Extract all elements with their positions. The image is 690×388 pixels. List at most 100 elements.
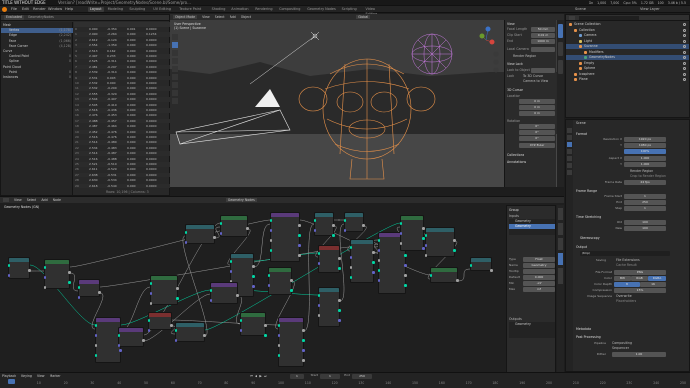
node-socket[interactable] — [338, 309, 341, 312]
menu-edit[interactable]: Edit — [22, 6, 29, 13]
node[interactable] — [77, 279, 101, 299]
node-socket[interactable] — [77, 286, 80, 289]
timeline-menu-marker[interactable]: Marker — [50, 374, 61, 379]
frame-end-field[interactable]: 250 — [624, 200, 666, 205]
workspace-tab[interactable]: Layout — [88, 7, 104, 12]
node-socket[interactable] — [404, 274, 407, 277]
node[interactable] — [469, 257, 493, 272]
node[interactable] — [147, 312, 173, 332]
collections-title[interactable]: Collections — [507, 153, 524, 158]
node-socket[interactable] — [399, 222, 402, 225]
node-socket[interactable] — [372, 261, 375, 264]
domain-item[interactable]: Instances 0 — [1, 75, 73, 80]
node-socket[interactable] — [209, 299, 212, 302]
menu-render[interactable]: Render — [33, 6, 46, 13]
tab-item[interactable] — [558, 24, 563, 38]
node[interactable] — [184, 224, 216, 244]
timeline-ruler[interactable]: 0102030405060708090100110120130140150160… — [0, 380, 690, 388]
workspace-tab[interactable]: Rendering — [253, 7, 274, 12]
timeline-menu-view[interactable]: View — [37, 374, 45, 379]
node-socket[interactable] — [149, 292, 152, 295]
node[interactable] — [219, 215, 249, 237]
frame-range-section[interactable]: Frame Range — [576, 189, 597, 194]
tab-view[interactable] — [558, 60, 563, 74]
blender-logo-icon[interactable] — [2, 7, 7, 12]
node[interactable] — [277, 317, 305, 367]
node-header[interactable] — [176, 323, 204, 327]
compression-slider[interactable]: 15% — [614, 288, 666, 293]
aspect-y-field[interactable]: 1.000 — [624, 162, 666, 167]
max-field[interactable]: inf — [523, 287, 555, 292]
node-socket[interactable] — [343, 219, 346, 222]
node-header[interactable] — [351, 240, 373, 244]
node-socket[interactable] — [142, 339, 145, 342]
resolution-percentage[interactable]: 100% — [624, 149, 666, 154]
node-socket[interactable] — [68, 281, 71, 284]
outliner-item[interactable]: Icosphere — [566, 72, 689, 77]
file-format-select[interactable]: PNG — [614, 270, 666, 275]
resolution-y-field[interactable]: 1080 px — [624, 143, 666, 148]
cursor-rotation-z[interactable]: 0° — [519, 136, 555, 141]
node-socket[interactable] — [213, 236, 216, 239]
node-socket[interactable] — [317, 262, 320, 265]
node-socket[interactable] — [43, 276, 46, 279]
node-socket[interactable] — [43, 266, 46, 269]
node-socket[interactable] — [149, 302, 152, 305]
lock-camera-to-view[interactable]: Camera to View — [523, 79, 548, 84]
node-socket[interactable] — [404, 284, 407, 287]
node-socket[interactable] — [203, 334, 206, 337]
node[interactable] — [429, 267, 459, 283]
node-socket[interactable] — [362, 224, 365, 227]
scene-selector[interactable]: Scene — [575, 6, 586, 13]
render-region-checkbox[interactable]: Render Region — [630, 169, 653, 174]
node-socket[interactable] — [377, 249, 380, 252]
tab-world-icon[interactable] — [567, 163, 572, 168]
timeline[interactable]: Playback Keying View Marker ⏮ ◀ ▶ ⏭ 1 St… — [0, 372, 690, 388]
node-socket[interactable] — [338, 319, 341, 322]
focal-length-field[interactable]: 50 mm — [531, 27, 555, 32]
tab-object-icon[interactable] — [567, 170, 572, 175]
outliner-item[interactable]: Plane — [566, 77, 689, 82]
node-socket[interactable] — [98, 291, 101, 294]
visibility-icon[interactable] — [683, 61, 686, 65]
cache-result-checkbox[interactable]: Cache Result — [616, 263, 637, 268]
outliner-item[interactable]: Collection — [566, 28, 689, 33]
visibility-icon[interactable] — [683, 50, 686, 54]
node-socket[interactable] — [290, 279, 293, 282]
tab-output-icon[interactable] — [567, 142, 572, 147]
end-frame-field[interactable]: 250 — [352, 373, 372, 379]
output-path-field[interactable]: /tmp/ — [580, 251, 670, 256]
compositing-checkbox[interactable]: Compositing — [612, 341, 632, 346]
node-socket[interactable] — [117, 334, 120, 337]
node-socket[interactable] — [239, 329, 242, 332]
node-socket[interactable] — [429, 274, 432, 277]
workspace-tab[interactable]: Shading — [210, 7, 228, 12]
visibility-icon[interactable] — [683, 34, 686, 37]
node-socket[interactable] — [349, 276, 352, 279]
post-processing-section[interactable]: Post Processing — [576, 335, 601, 340]
node-socket[interactable] — [338, 299, 341, 302]
dither-field[interactable]: 1.00 — [612, 352, 666, 357]
node-socket[interactable] — [290, 289, 293, 292]
node-socket[interactable] — [7, 274, 10, 277]
cursor-rotation-x[interactable]: 0° — [519, 124, 555, 129]
overwrite-checkbox[interactable]: Overwrite — [616, 294, 632, 299]
menu-file[interactable]: File — [11, 6, 17, 13]
node-socket[interactable] — [298, 254, 301, 257]
jump-end-icon[interactable]: ⏭ — [264, 374, 267, 379]
clip-end-field[interactable]: 1000 m — [531, 39, 555, 44]
aspect-x-field[interactable]: 1.000 — [624, 156, 666, 161]
visibility-icon[interactable] — [683, 56, 686, 59]
node[interactable] — [117, 327, 145, 347]
tab-tool[interactable] — [558, 223, 563, 235]
play-reverse-icon[interactable]: ◀ — [255, 374, 257, 379]
name-field[interactable]: Geometry — [523, 263, 555, 268]
color-depth-16[interactable]: 16 — [640, 282, 666, 287]
tab-group[interactable] — [558, 253, 563, 265]
rotation-mode-select[interactable]: XYZ Euler — [519, 143, 555, 148]
color-bw[interactable]: BW — [614, 276, 631, 281]
clip-start-field[interactable]: 0.01 m — [531, 33, 555, 38]
outliner-item[interactable]: Camera — [566, 33, 689, 38]
crop-checkbox[interactable]: Crop to Render Region — [630, 174, 666, 179]
node-socket[interactable] — [176, 287, 179, 290]
